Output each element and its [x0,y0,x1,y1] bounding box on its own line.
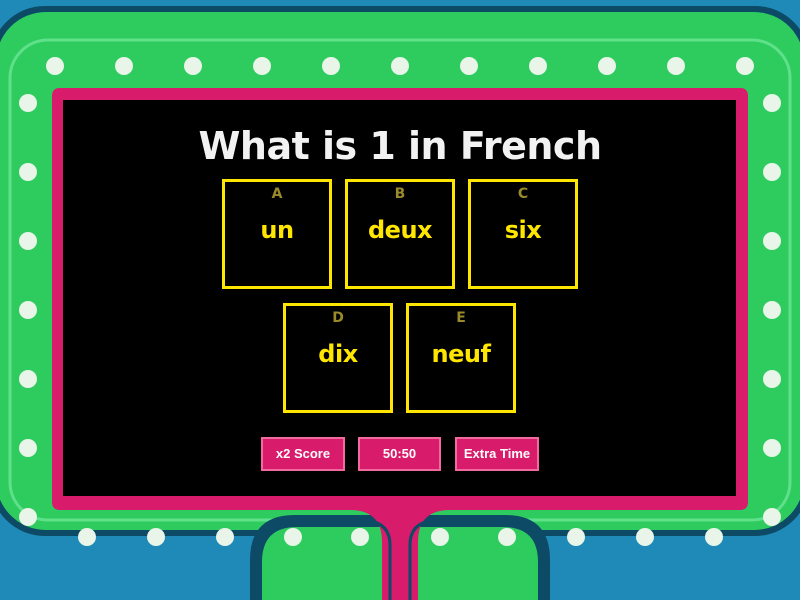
answer-letter: D [332,310,344,326]
marquee-light [46,57,64,75]
marquee-light [763,370,781,388]
marquee-light [567,528,585,546]
marquee-light [19,94,37,112]
marquee-light [705,528,723,546]
marquee-light [460,57,478,75]
marquee-light [391,57,409,75]
marquee-light [736,57,754,75]
answer-text: deux [367,216,433,244]
marquee-light [216,528,234,546]
marquee-light [498,528,516,546]
marquee-light [19,508,37,526]
marquee-light [763,439,781,457]
fifty-fifty-button[interactable]: 50:50 [358,437,441,471]
answer-card-a[interactable]: A un [222,179,332,289]
marquee-light [763,508,781,526]
marquee-light [115,57,133,75]
marquee-light [284,528,302,546]
marquee-light [529,57,547,75]
x2-score-button[interactable]: x2 Score [261,437,345,471]
marquee-light [667,57,685,75]
marquee-light [763,301,781,319]
answer-letter: C [517,186,529,202]
marquee-light [322,57,340,75]
answer-letter: A [271,186,283,202]
marquee-light [598,57,616,75]
extra-time-button[interactable]: Extra Time [455,437,539,471]
answer-text: un [260,216,294,244]
answer-letter: E [456,310,466,326]
answer-card-c[interactable]: C six [468,179,578,289]
marquee-light [253,57,271,75]
marquee-light [147,528,165,546]
answer-text: dix [318,340,358,368]
answer-letter: B [394,186,406,202]
marquee-light [78,528,96,546]
marquee-light [19,232,37,250]
marquee-light [19,301,37,319]
question-text: What is 1 in French [198,124,602,168]
answer-text: six [504,216,542,244]
game-stage: What is 1 in French A un B deux C six D … [0,0,800,600]
answer-card-e[interactable]: E neuf [406,303,516,413]
marquee-light [636,528,654,546]
marquee-light [19,370,37,388]
answer-text: neuf [431,340,491,368]
answer-card-d[interactable]: D dix [283,303,393,413]
answer-card-b[interactable]: B deux [345,179,455,289]
marquee-light [184,57,202,75]
floor-left [0,545,250,600]
marquee-light [431,528,449,546]
floor-right [550,545,800,600]
marquee-light [763,94,781,112]
marquee-light [763,232,781,250]
marquee-light [351,528,369,546]
marquee-light [19,439,37,457]
